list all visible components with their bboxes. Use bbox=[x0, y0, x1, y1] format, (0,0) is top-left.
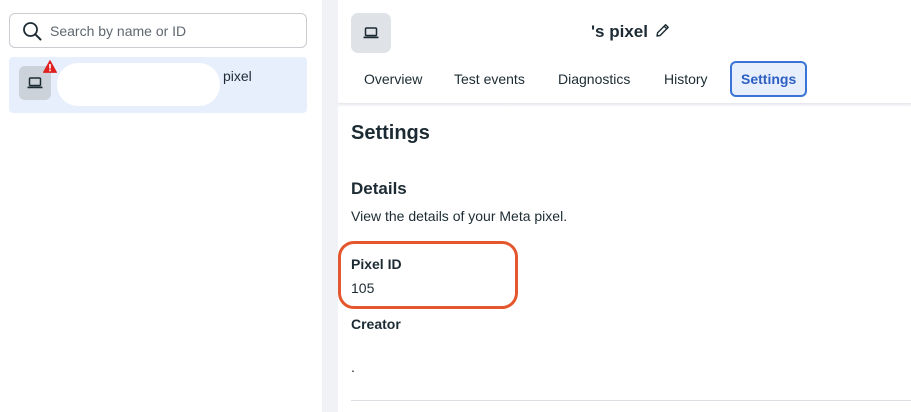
laptop-icon bbox=[27, 77, 43, 89]
tab-test-events[interactable]: Test events bbox=[454, 61, 525, 97]
creator-label: Creator bbox=[351, 316, 401, 332]
pixel-detail-panel: 's pixel Overview Test events Diagnostic… bbox=[338, 0, 911, 412]
header-shadow bbox=[338, 103, 911, 107]
pixel-id-label: Pixel ID bbox=[351, 256, 402, 272]
pixel-header-icon-tile bbox=[351, 13, 391, 53]
pixel-settings-app: pixel 's pixel Overview Test events Diag… bbox=[0, 0, 911, 412]
redacted-name-mask bbox=[57, 63, 220, 106]
search-box[interactable] bbox=[9, 13, 307, 48]
tab-settings[interactable]: Settings bbox=[730, 61, 808, 97]
pixel-item-label: pixel bbox=[223, 68, 252, 84]
pixel-id-highlight bbox=[338, 241, 518, 309]
search-input[interactable] bbox=[50, 21, 300, 41]
pixel-header: 's pixel Overview Test events Diagnostic… bbox=[338, 0, 911, 105]
settings-heading: Settings bbox=[351, 122, 430, 144]
page-title: 's pixel bbox=[591, 22, 648, 41]
pixel-id-value: 105 bbox=[351, 280, 375, 296]
tab-history[interactable]: History bbox=[664, 61, 708, 97]
details-heading: Details bbox=[351, 179, 407, 198]
creator-value: . bbox=[351, 359, 355, 375]
pixel-list-panel: pixel bbox=[0, 0, 322, 412]
search-icon bbox=[23, 22, 42, 41]
warning-icon bbox=[43, 60, 57, 73]
section-divider bbox=[351, 400, 911, 401]
pencil-icon[interactable] bbox=[654, 22, 671, 39]
details-description: View the details of your Meta pixel. bbox=[351, 208, 568, 224]
panel-divider bbox=[322, 0, 338, 412]
pixel-list-item[interactable]: pixel bbox=[9, 57, 307, 113]
tab-diagnostics[interactable]: Diagnostics bbox=[558, 61, 630, 97]
tab-overview[interactable]: Overview bbox=[364, 61, 422, 97]
laptop-icon bbox=[363, 27, 379, 39]
